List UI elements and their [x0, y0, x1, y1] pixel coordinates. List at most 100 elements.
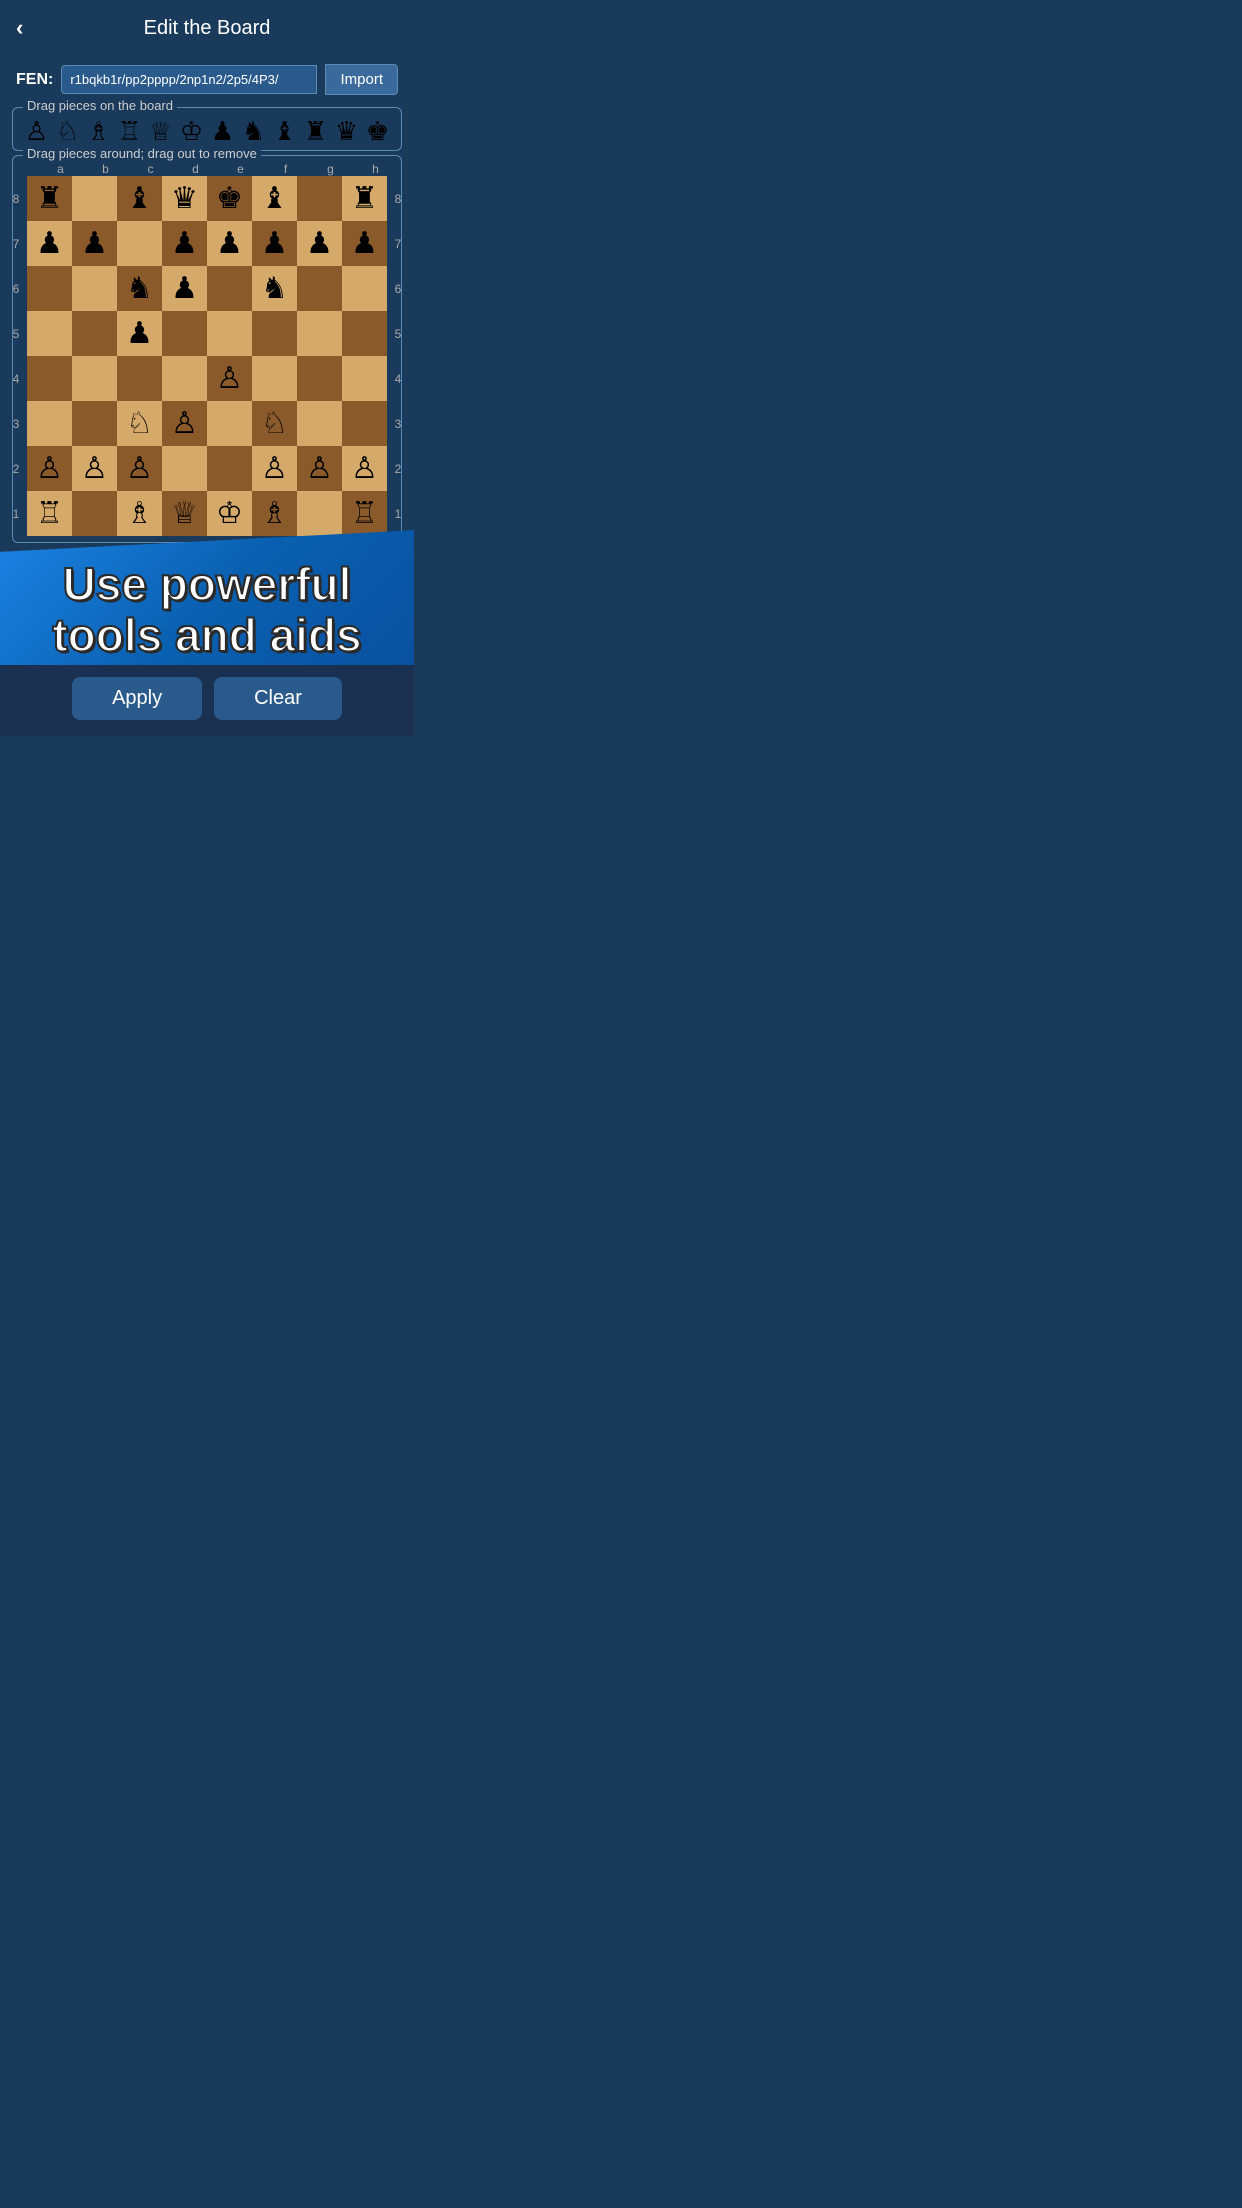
square-d5[interactable]: [162, 311, 207, 356]
chess-board[interactable]: ♜♝♛♚♝♜♟♟♟♟♟♟♟♞♟♞♟♙♘♙♘♙♙♙♙♙♙♖♗♕♔♗♖: [27, 176, 387, 536]
square-c5[interactable]: ♟: [117, 311, 162, 356]
square-f3[interactable]: ♘: [252, 401, 297, 446]
page-title: Edit the Board: [144, 17, 271, 40]
square-b7[interactable]: ♟: [72, 221, 117, 266]
clear-button[interactable]: Clear: [214, 677, 342, 720]
header: ‹ Edit the Board: [0, 0, 414, 56]
black-king[interactable]: ♚: [366, 118, 389, 144]
row-right-3: 3: [387, 401, 409, 446]
square-c2[interactable]: ♙: [117, 446, 162, 491]
col-g: g: [308, 162, 353, 176]
square-a4[interactable]: [27, 356, 72, 401]
square-b2[interactable]: ♙: [72, 446, 117, 491]
square-e6[interactable]: [207, 266, 252, 311]
square-d6[interactable]: ♟: [162, 266, 207, 311]
square-a5[interactable]: [27, 311, 72, 356]
col-c: c: [128, 162, 173, 176]
row-right-4: 4: [387, 356, 409, 401]
square-g2[interactable]: ♙: [297, 446, 342, 491]
square-h1[interactable]: ♖: [342, 491, 387, 536]
square-f1[interactable]: ♗: [252, 491, 297, 536]
square-h3[interactable]: [342, 401, 387, 446]
square-g5[interactable]: [297, 311, 342, 356]
square-h7[interactable]: ♟: [342, 221, 387, 266]
square-a8[interactable]: ♜: [27, 176, 72, 221]
white-knight[interactable]: ♘: [56, 118, 79, 144]
square-d2[interactable]: [162, 446, 207, 491]
square-e2[interactable]: [207, 446, 252, 491]
square-g3[interactable]: [297, 401, 342, 446]
square-f4[interactable]: [252, 356, 297, 401]
black-queen[interactable]: ♛: [335, 118, 358, 144]
row-labels-right: 8 7 6 5 4 3 2 1: [387, 176, 409, 536]
square-a3[interactable]: [27, 401, 72, 446]
square-g8[interactable]: [297, 176, 342, 221]
square-f8[interactable]: ♝: [252, 176, 297, 221]
row-3: 3: [5, 401, 27, 446]
black-knight[interactable]: ♞: [242, 118, 265, 144]
square-d8[interactable]: ♛: [162, 176, 207, 221]
white-bishop[interactable]: ♗: [87, 118, 110, 144]
col-h: h: [353, 162, 398, 176]
row-right-1: 1: [387, 491, 409, 536]
square-d7[interactable]: ♟: [162, 221, 207, 266]
import-button[interactable]: Import: [325, 64, 398, 95]
square-e5[interactable]: [207, 311, 252, 356]
row-7: 7: [5, 221, 27, 266]
white-pawn[interactable]: ♙: [25, 118, 48, 144]
white-king[interactable]: ♔: [180, 118, 203, 144]
square-g7[interactable]: ♟: [297, 221, 342, 266]
black-bishop[interactable]: ♝: [273, 118, 296, 144]
square-c4[interactable]: [117, 356, 162, 401]
square-c7[interactable]: [117, 221, 162, 266]
square-e7[interactable]: ♟: [207, 221, 252, 266]
square-d1[interactable]: ♕: [162, 491, 207, 536]
fen-row: FEN: Import: [0, 56, 414, 103]
square-g1[interactable]: [297, 491, 342, 536]
square-b8[interactable]: [72, 176, 117, 221]
apply-button[interactable]: Apply: [72, 677, 202, 720]
square-e4[interactable]: ♙: [207, 356, 252, 401]
square-g4[interactable]: [297, 356, 342, 401]
black-rook[interactable]: ♜: [304, 118, 327, 144]
square-f6[interactable]: ♞: [252, 266, 297, 311]
fen-input[interactable]: [61, 65, 317, 94]
row-8: 8: [5, 176, 27, 221]
board-section: Drag pieces around; drag out to remove a…: [12, 155, 402, 543]
square-h2[interactable]: ♙: [342, 446, 387, 491]
square-g6[interactable]: [297, 266, 342, 311]
square-f5[interactable]: [252, 311, 297, 356]
square-h8[interactable]: ♜: [342, 176, 387, 221]
piece-palette-box: Drag pieces on the board ♙ ♘ ♗ ♖ ♕ ♔ ♟ ♞…: [12, 107, 402, 151]
white-rook[interactable]: ♖: [118, 118, 141, 144]
square-e1[interactable]: ♔: [207, 491, 252, 536]
row-right-6: 6: [387, 266, 409, 311]
back-button[interactable]: ‹: [16, 15, 23, 41]
square-b5[interactable]: [72, 311, 117, 356]
square-a2[interactable]: ♙: [27, 446, 72, 491]
square-a7[interactable]: ♟: [27, 221, 72, 266]
square-b4[interactable]: [72, 356, 117, 401]
square-e3[interactable]: [207, 401, 252, 446]
square-f2[interactable]: ♙: [252, 446, 297, 491]
square-h5[interactable]: [342, 311, 387, 356]
square-h6[interactable]: [342, 266, 387, 311]
square-b3[interactable]: [72, 401, 117, 446]
square-d4[interactable]: [162, 356, 207, 401]
square-d3[interactable]: ♙: [162, 401, 207, 446]
square-b1[interactable]: [72, 491, 117, 536]
square-c6[interactable]: ♞: [117, 266, 162, 311]
square-f7[interactable]: ♟: [252, 221, 297, 266]
row-right-5: 5: [387, 311, 409, 356]
square-c1[interactable]: ♗: [117, 491, 162, 536]
bottom-bar: Apply Clear: [0, 665, 414, 736]
black-pawn[interactable]: ♟: [211, 118, 234, 144]
square-a1[interactable]: ♖: [27, 491, 72, 536]
square-c8[interactable]: ♝: [117, 176, 162, 221]
white-queen[interactable]: ♕: [149, 118, 172, 144]
square-h4[interactable]: [342, 356, 387, 401]
square-b6[interactable]: [72, 266, 117, 311]
square-c3[interactable]: ♘: [117, 401, 162, 446]
square-a6[interactable]: [27, 266, 72, 311]
square-e8[interactable]: ♚: [207, 176, 252, 221]
